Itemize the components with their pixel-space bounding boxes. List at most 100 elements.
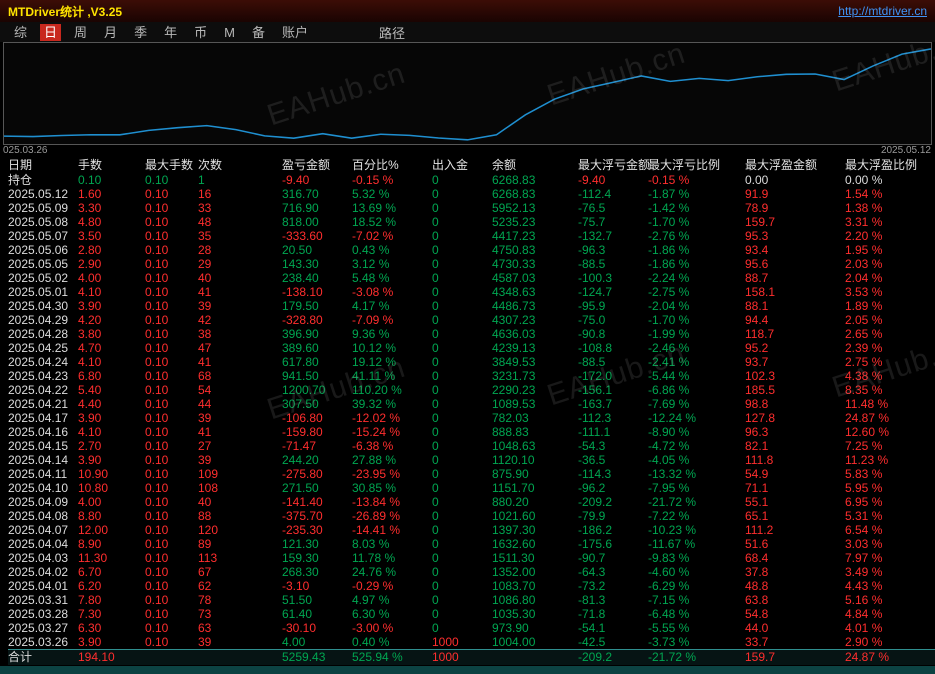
table-row[interactable]: 2025.04.1010.800.10108271.5030.85 %01151…: [8, 481, 935, 495]
table-row[interactable]: 2025.05.093.300.1033716.9013.69 %05952.1…: [8, 201, 935, 215]
menu-item-10[interactable]: 账户: [278, 24, 312, 41]
menu-item-5[interactable]: 季: [130, 24, 151, 41]
table-row[interactable]: 2025.04.303.900.1039179.504.17 %04486.73…: [8, 299, 935, 313]
cell-value: 0: [432, 285, 492, 299]
table-row[interactable]: 2025.04.236.800.1068941.5041.11 %03231.7…: [8, 369, 935, 383]
cell-value: 111.8: [745, 453, 845, 467]
table-row[interactable]: 2025.04.048.900.1089121.308.03 %01632.60…: [8, 537, 935, 551]
cell-date: 2025.04.23: [8, 369, 78, 383]
cell-value: 29: [198, 257, 282, 271]
table-row[interactable]: 2025.05.121.600.1016316.705.32 %06268.83…: [8, 187, 935, 201]
app-title: MTDriver统计 ,V3.25: [8, 3, 122, 20]
table-row[interactable]: 2025.05.024.000.1040238.405.48 %04587.03…: [8, 271, 935, 285]
cell-value: 39: [198, 299, 282, 313]
table-row[interactable]: 2025.04.0712.000.10120-235.30-14.41 %013…: [8, 523, 935, 537]
menu-item-4[interactable]: 月: [100, 24, 121, 41]
menu-item-2[interactable]: 日: [40, 24, 61, 41]
cell-value: -0.15 %: [352, 173, 432, 187]
table-row[interactable]: 2025.04.225.400.10541200.70110.20 %02290…: [8, 383, 935, 397]
cell-value: 159.7: [745, 215, 845, 229]
cell-value: 4348.63: [492, 285, 578, 299]
column-header[interactable]: 手数: [78, 157, 145, 173]
menu-path-item[interactable]: 路径: [379, 23, 405, 42]
table-row[interactable]: 2025.05.073.500.1035-333.60-7.02 %04417.…: [8, 229, 935, 243]
cell-value: 4.00: [78, 271, 145, 285]
website-link[interactable]: http://mtdriver.cn: [838, 4, 927, 18]
cell-value: -172.0: [578, 369, 648, 383]
menu-item-3[interactable]: 周: [70, 24, 91, 41]
cell-value: 88.1: [745, 299, 845, 313]
table-row[interactable]: 2025.04.026.700.1067268.3024.76 %01352.0…: [8, 565, 935, 579]
table-row[interactable]: 2025.03.263.900.10394.000.40 %10001004.0…: [8, 635, 935, 649]
cell-value: 1048.63: [492, 439, 578, 453]
cell-value: -12.02 %: [352, 411, 432, 425]
table-row[interactable]: 2025.04.214.400.1044307.5039.32 %01089.5…: [8, 397, 935, 411]
cell-value: 0.10: [145, 229, 198, 243]
cell-value: 0: [432, 537, 492, 551]
table-row[interactable]: 2025.03.317.800.107851.504.97 %01086.80-…: [8, 593, 935, 607]
cell-value: -3.73 %: [648, 635, 745, 649]
cell-date: 合计: [8, 650, 78, 665]
menu-item-8[interactable]: M: [220, 24, 239, 41]
table-row[interactable]: 2025.04.283.800.1038396.909.36 %04636.03…: [8, 327, 935, 341]
column-header[interactable]: 盈亏金额: [282, 157, 352, 173]
cell-value: -42.5: [578, 635, 648, 649]
table-row[interactable]: 2025.04.173.900.1039-106.80-12.02 %0782.…: [8, 411, 935, 425]
cell-value: 159.30: [282, 551, 352, 565]
table-row[interactable]: 2025.04.016.200.1062-3.10-0.29 %01083.70…: [8, 579, 935, 593]
table-row[interactable]: 2025.03.276.300.1063-30.10-3.00 %0973.90…: [8, 621, 935, 635]
cell-value: 0: [432, 621, 492, 635]
table-row[interactable]: 2025.04.152.700.1027-71.47-6.38 %01048.6…: [8, 439, 935, 453]
cell-value: 1000: [432, 650, 492, 665]
column-header[interactable]: 百分比%: [352, 157, 432, 173]
table-row[interactable]: 持仓0.100.101-9.40-0.15 %06268.83-9.40-0.1…: [8, 173, 935, 187]
cell-value: 4750.83: [492, 243, 578, 257]
table-row[interactable]: 2025.05.084.800.1048818.0018.52 %05235.2…: [8, 215, 935, 229]
cell-value: 875.90: [492, 467, 578, 481]
column-header[interactable]: 最大浮亏比例: [648, 157, 745, 173]
table-row[interactable]: 2025.05.052.900.1029143.303.12 %04730.33…: [8, 257, 935, 271]
cell-value: 93.4: [745, 243, 845, 257]
cell-value: -328.80: [282, 313, 352, 327]
table-row[interactable]: 2025.04.0311.300.10113159.3011.78 %01511…: [8, 551, 935, 565]
table-row[interactable]: 2025.04.094.000.1040-141.40-13.84 %0880.…: [8, 495, 935, 509]
column-header[interactable]: 最大浮盈比例: [845, 157, 935, 173]
cell-value: 4307.23: [492, 313, 578, 327]
cell-value: 0: [432, 229, 492, 243]
cell-value: 54: [198, 383, 282, 397]
menu-item-6[interactable]: 年: [160, 24, 181, 41]
column-header[interactable]: 出入金: [432, 157, 492, 173]
menu-item-1[interactable]: 综: [10, 24, 31, 41]
table-row[interactable]: 2025.04.164.100.1041-159.80-15.24 %0888.…: [8, 425, 935, 439]
cell-value: -2.04 %: [648, 299, 745, 313]
cell-value: 39: [198, 453, 282, 467]
cell-value: -9.40: [578, 173, 648, 187]
column-header[interactable]: 余额: [492, 157, 578, 173]
column-header[interactable]: 次数: [198, 157, 282, 173]
table-row[interactable]: 2025.04.143.900.1039244.2027.88 %01120.1…: [8, 453, 935, 467]
column-header[interactable]: 最大浮亏金额: [578, 157, 648, 173]
table-row[interactable]: 2025.05.014.100.1041-138.10-3.08 %04348.…: [8, 285, 935, 299]
cell-value: -79.9: [578, 509, 648, 523]
menu-item-7[interactable]: 币: [190, 24, 211, 41]
table-row[interactable]: 2025.04.244.100.1041617.8019.12 %03849.5…: [8, 355, 935, 369]
cell-date: 2025.04.16: [8, 425, 78, 439]
cell-date: 2025.04.24: [8, 355, 78, 369]
cell-value: 3231.73: [492, 369, 578, 383]
cell-value: 185.5: [745, 383, 845, 397]
cell-value: 95.3: [745, 229, 845, 243]
cell-value: -88.5: [578, 355, 648, 369]
table-row[interactable]: 2025.05.062.800.102820.500.43 %04750.83-…: [8, 243, 935, 257]
horizontal-scrollbar[interactable]: [0, 666, 935, 674]
column-header[interactable]: 日期: [8, 157, 78, 173]
cell-value: -156.1: [578, 383, 648, 397]
table-row[interactable]: 2025.03.287.300.107361.406.30 %01035.30-…: [8, 607, 935, 621]
cell-date: 2025.05.09: [8, 201, 78, 215]
table-row[interactable]: 2025.04.294.200.1042-328.80-7.09 %04307.…: [8, 313, 935, 327]
column-header[interactable]: 最大浮盈金额: [745, 157, 845, 173]
menu-item-9[interactable]: 备: [248, 24, 269, 41]
table-row[interactable]: 2025.04.1110.900.10109-275.80-23.95 %087…: [8, 467, 935, 481]
table-row[interactable]: 2025.04.254.700.1047389.6010.12 %04239.1…: [8, 341, 935, 355]
table-row[interactable]: 2025.04.088.800.1088-375.70-26.89 %01021…: [8, 509, 935, 523]
column-header[interactable]: 最大手数: [145, 157, 198, 173]
